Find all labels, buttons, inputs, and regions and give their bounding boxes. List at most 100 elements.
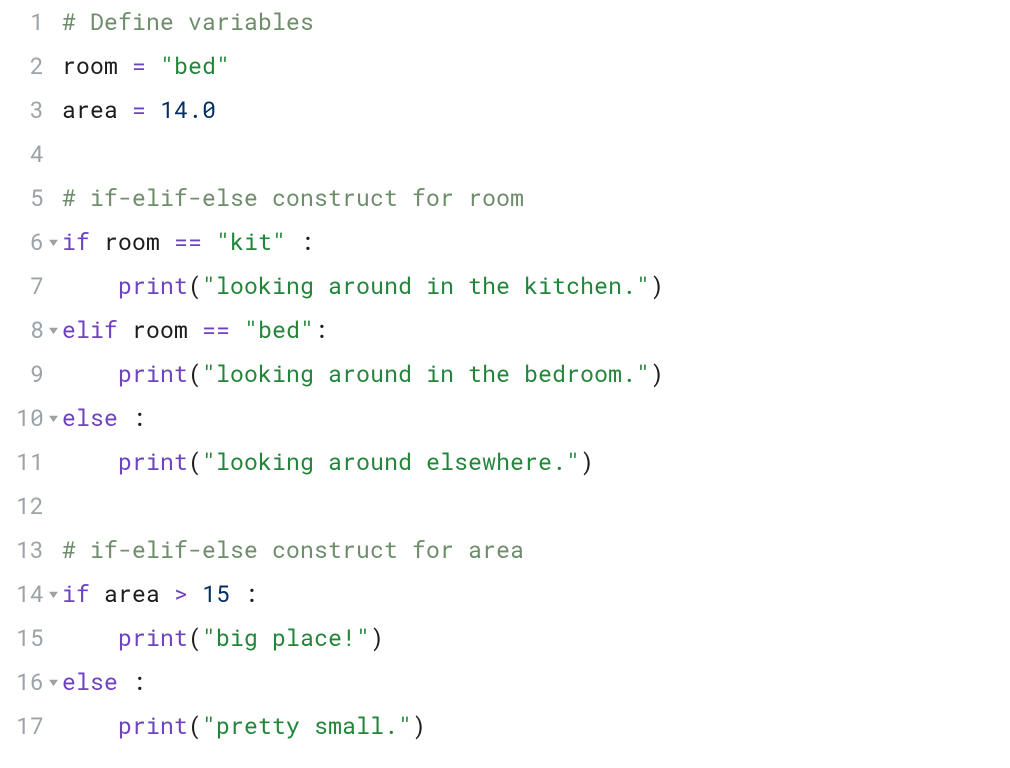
token-string: "looking around in the kitchen.": [202, 264, 650, 308]
code-line[interactable]: if area > 15 :: [62, 572, 1010, 616]
fold-empty: [46, 88, 60, 132]
fold-toggle-icon[interactable]: [46, 396, 60, 440]
code-line[interactable]: # if-elif-else construct for area: [62, 528, 1010, 572]
code-line[interactable]: print("pretty small."): [62, 704, 1010, 748]
code-line[interactable]: print("looking around in the bedroom."): [62, 352, 1010, 396]
token-default: [286, 220, 300, 264]
token-paren: (: [188, 352, 202, 396]
token-default: [230, 572, 244, 616]
token-default: [118, 88, 132, 132]
token-keyword: else: [62, 396, 118, 440]
fold-toggle-icon[interactable]: [46, 660, 60, 704]
fold-empty: [46, 616, 60, 660]
token-comment: # Define variables: [62, 0, 314, 44]
fold-empty: [46, 264, 60, 308]
token-default: [202, 220, 216, 264]
line-number: 16: [0, 660, 44, 704]
token-default: area: [104, 572, 160, 616]
token-colon: :: [132, 396, 146, 440]
token-string: "bed": [244, 308, 314, 352]
token-string: "kit": [216, 220, 286, 264]
token-operator: ==: [174, 220, 202, 264]
token-paren: (: [188, 440, 202, 484]
token-default: [118, 308, 132, 352]
token-default: room: [62, 44, 118, 88]
token-default: [188, 308, 202, 352]
line-number: 14: [0, 572, 44, 616]
token-paren: (: [188, 264, 202, 308]
token-number: 15: [202, 572, 230, 616]
token-colon: :: [314, 308, 328, 352]
token-keyword: elif: [62, 308, 118, 352]
fold-empty: [46, 440, 60, 484]
token-default: [160, 572, 174, 616]
line-number: 11: [0, 440, 44, 484]
line-number: 4: [0, 132, 44, 176]
token-keyword: else: [62, 660, 118, 704]
code-area[interactable]: # Define variablesroom = "bed"area = 14.…: [60, 0, 1010, 768]
fold-toggle-icon[interactable]: [46, 308, 60, 352]
token-operator: ==: [202, 308, 230, 352]
token-default: [62, 352, 118, 396]
code-line[interactable]: [62, 132, 1010, 176]
line-number: 1: [0, 0, 44, 44]
code-line[interactable]: else :: [62, 660, 1010, 704]
code-editor[interactable]: 1234567891011121314151617 # Define varia…: [0, 0, 1010, 768]
code-line[interactable]: if room == "kit" :: [62, 220, 1010, 264]
line-number: 13: [0, 528, 44, 572]
token-default: [62, 264, 118, 308]
fold-empty: [46, 176, 60, 220]
code-line[interactable]: print("looking around in the kitchen."): [62, 264, 1010, 308]
token-operator: >: [174, 572, 188, 616]
token-colon: :: [132, 660, 146, 704]
token-builtin: print: [118, 264, 188, 308]
token-default: [90, 572, 104, 616]
code-line[interactable]: else :: [62, 396, 1010, 440]
token-operator: =: [132, 88, 146, 132]
fold-column: [46, 0, 60, 768]
fold-toggle-icon[interactable]: [46, 572, 60, 616]
token-default: room: [132, 308, 188, 352]
code-line[interactable]: elif room == "bed":: [62, 308, 1010, 352]
token-paren: ): [650, 352, 664, 396]
token-colon: :: [300, 220, 314, 264]
token-paren: ): [650, 264, 664, 308]
code-line[interactable]: area = 14.0: [62, 88, 1010, 132]
token-paren: (: [188, 704, 202, 748]
token-comment: # if-elif-else construct for area: [62, 528, 524, 572]
line-number: 9: [0, 352, 44, 396]
code-line[interactable]: print("big place!"): [62, 616, 1010, 660]
code-line[interactable]: # if-elif-else construct for room: [62, 176, 1010, 220]
token-paren: (: [188, 616, 202, 660]
token-default: [188, 572, 202, 616]
fold-empty: [46, 132, 60, 176]
code-line[interactable]: [62, 484, 1010, 528]
line-number: 10: [0, 396, 44, 440]
token-default: [118, 396, 132, 440]
fold-empty: [46, 0, 60, 44]
fold-toggle-icon[interactable]: [46, 220, 60, 264]
token-default: [62, 616, 118, 660]
line-number: 7: [0, 264, 44, 308]
token-comment: # if-elif-else construct for room: [62, 176, 524, 220]
code-line[interactable]: # Define variables: [62, 0, 1010, 44]
token-string: "bed": [160, 44, 230, 88]
gutter: 1234567891011121314151617: [0, 0, 46, 768]
token-default: [230, 308, 244, 352]
line-number: 6: [0, 220, 44, 264]
token-default: [146, 88, 160, 132]
token-default: room: [104, 220, 160, 264]
fold-empty: [46, 528, 60, 572]
token-builtin: print: [118, 704, 188, 748]
fold-empty: [46, 484, 60, 528]
token-number: 14.0: [160, 88, 216, 132]
token-builtin: print: [118, 616, 188, 660]
code-line[interactable]: print("looking around elsewhere."): [62, 440, 1010, 484]
token-default: [62, 704, 118, 748]
token-default: [118, 660, 132, 704]
token-paren: ): [580, 440, 594, 484]
code-line[interactable]: room = "bed": [62, 44, 1010, 88]
line-number: 12: [0, 484, 44, 528]
line-number: 3: [0, 88, 44, 132]
token-default: [160, 220, 174, 264]
